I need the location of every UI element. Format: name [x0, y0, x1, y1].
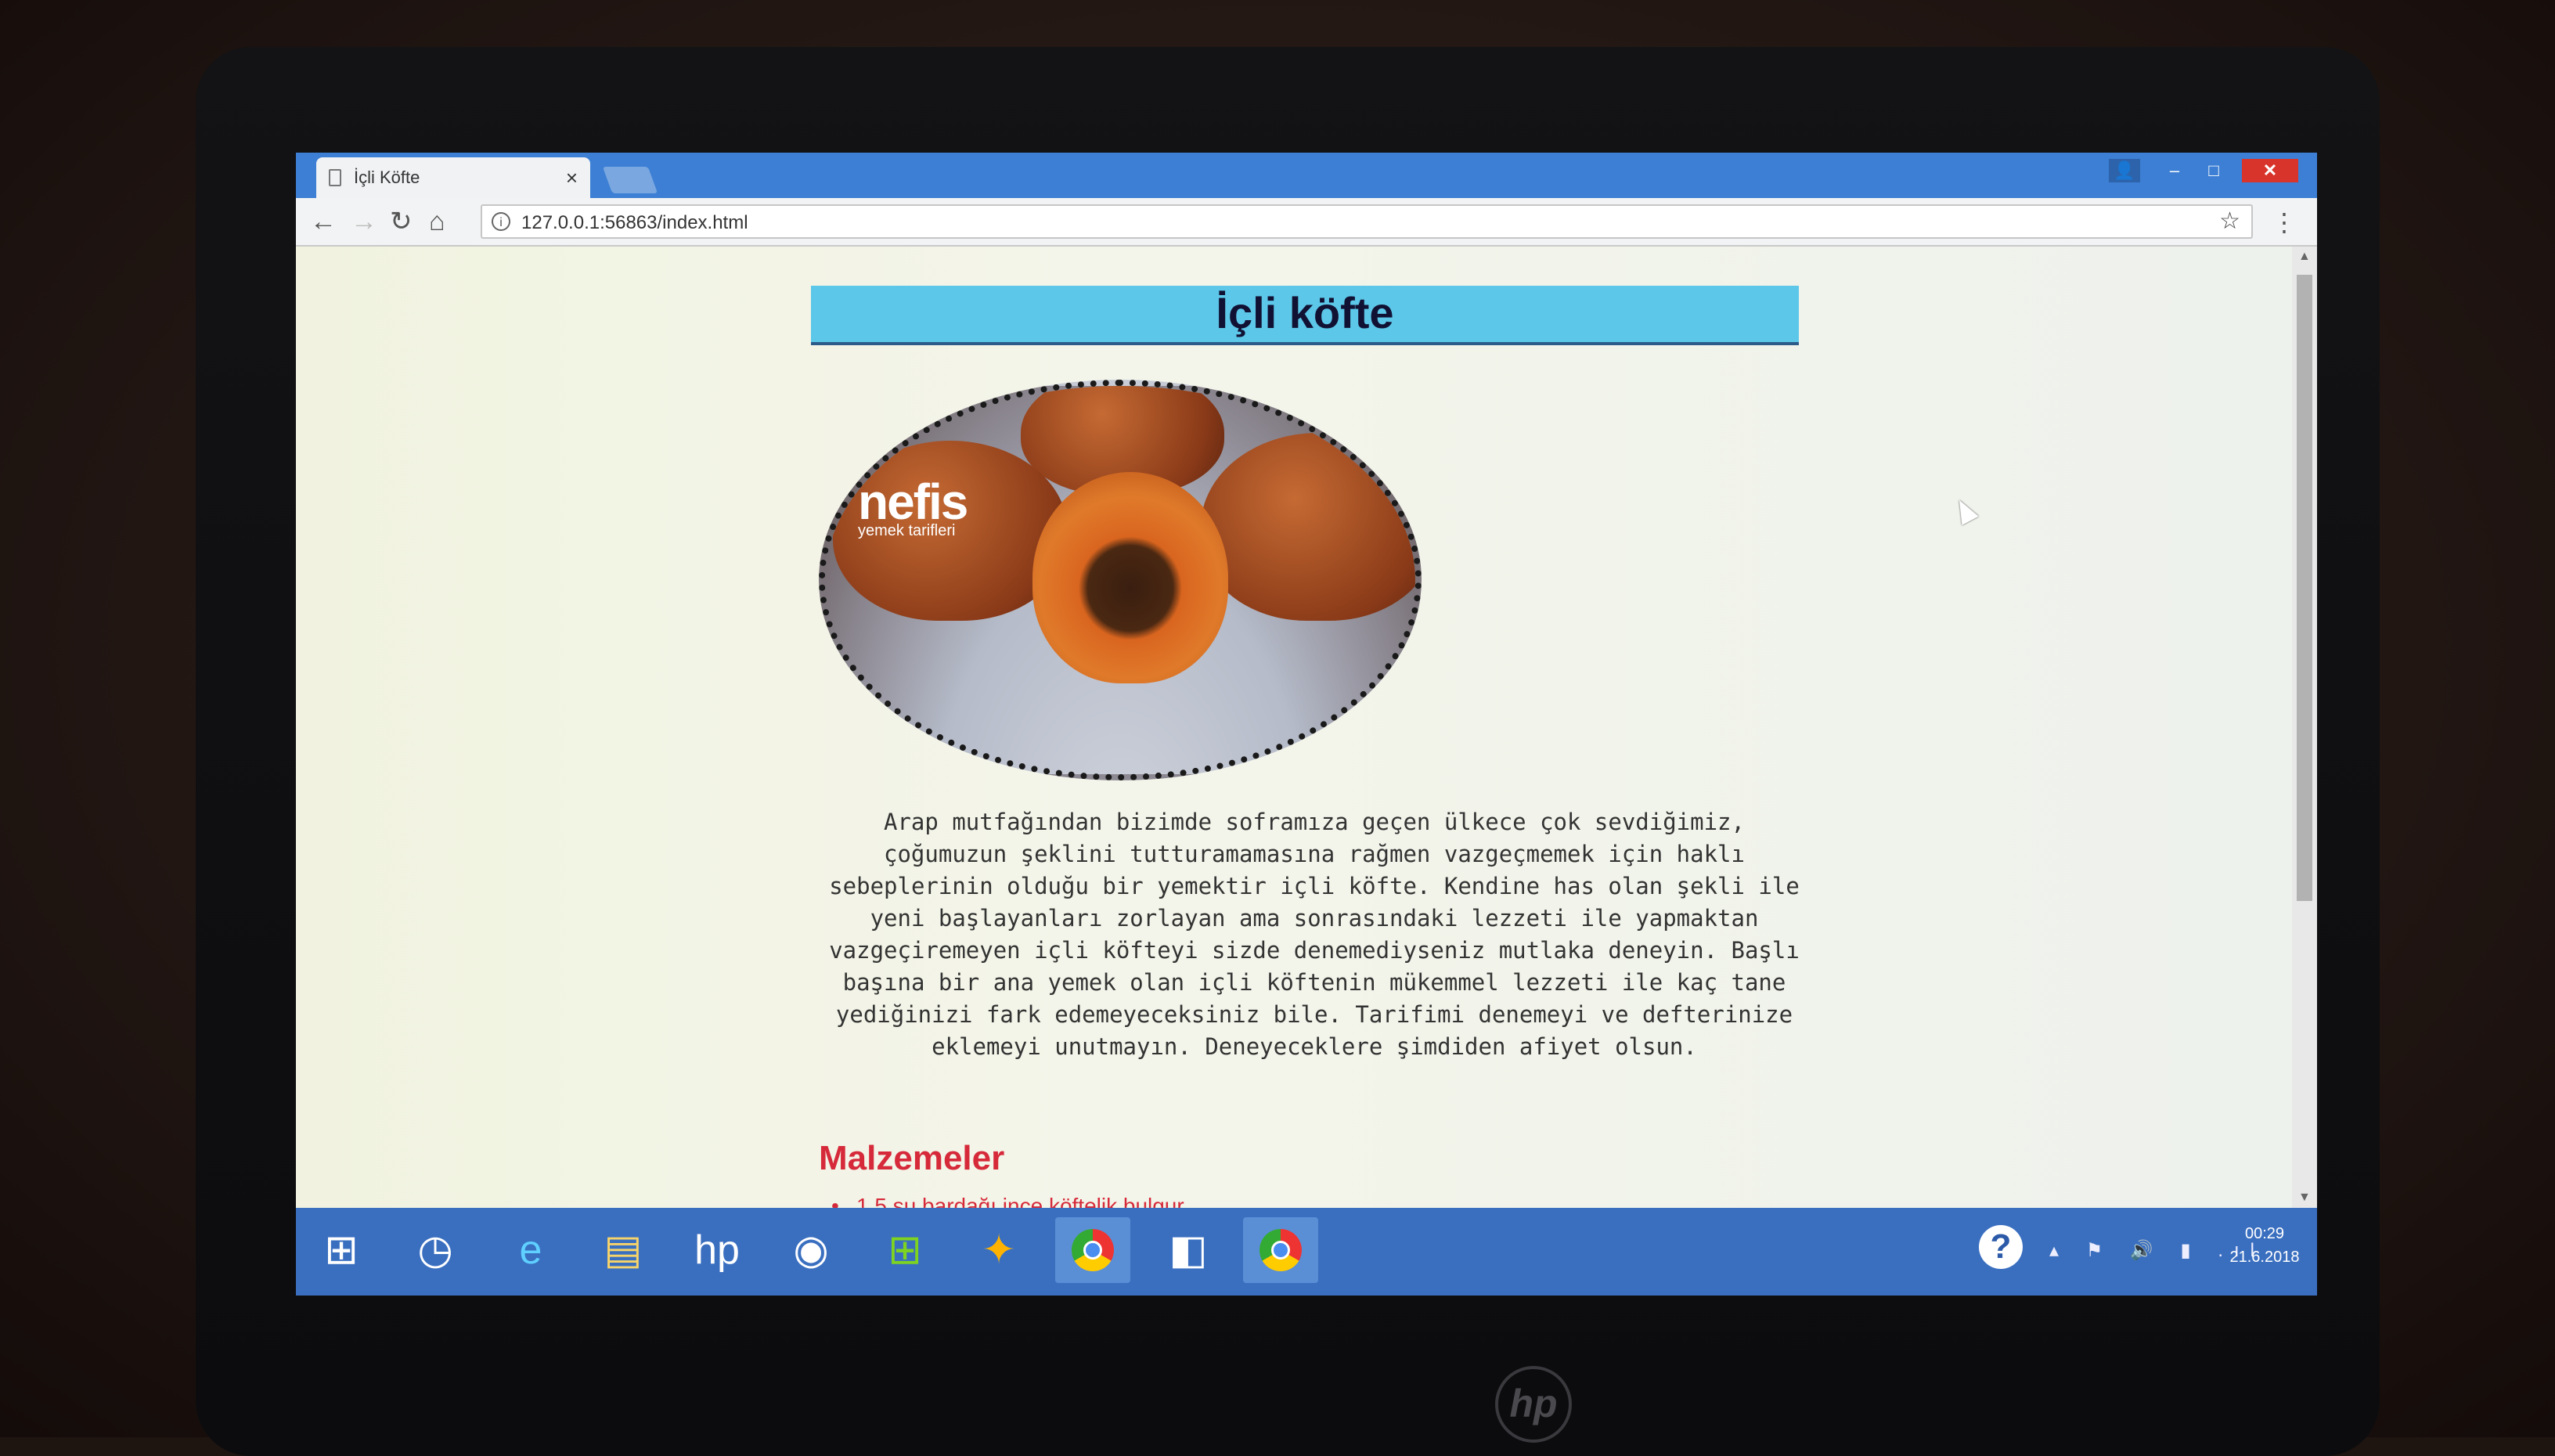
chrome-logo-icon: [1072, 1229, 1114, 1271]
forward-arrow-icon[interactable]: →: [351, 206, 377, 237]
ingredients-heading: Malzemeler: [819, 1139, 1005, 1177]
user-profile-icon[interactable]: 👤: [2109, 159, 2140, 182]
windows-taskbar: ⊞ ◷ e ▤ hp ◉ ⊞ ✦ ◧ ? ▴ ⚑ 🔊 ▮ .ıl 00:29 2…: [296, 1208, 2317, 1296]
taskbar-clock[interactable]: 00:29 21.6.2018: [2222, 1222, 2308, 1269]
browser-toolbar: ← → ↻ ⌂ i 127.0.0.1:56863/index.html ☆ ⋮: [296, 198, 2317, 247]
mouse-cursor-icon: [1951, 496, 1979, 525]
screen: İçli Köfte × 👤 – □ ✕ ← → ↻ ⌂ i 127.0.0.1…: [296, 153, 2317, 1296]
url-text[interactable]: 127.0.0.1:56863/index.html: [521, 212, 748, 234]
kofte-piece: [1201, 433, 1415, 621]
cleaner-app-icon[interactable]: ◷: [398, 1217, 473, 1283]
snipping-tool-icon[interactable]: ◧: [1151, 1217, 1226, 1283]
chrome-second-window-icon[interactable]: [1243, 1217, 1318, 1283]
photo-watermark: nefis yemek tarifleri: [858, 474, 968, 540]
help-icon[interactable]: ?: [1979, 1225, 2023, 1269]
browser-title-bar: İçli Köfte × 👤 – □ ✕: [296, 153, 2317, 198]
recipe-description: Arap mutfağından bizimde soframıza geçen…: [829, 809, 1800, 1060]
hp-logo-icon: hp: [1495, 1366, 1572, 1443]
photos-app-icon[interactable]: ✦: [961, 1217, 1036, 1283]
watermark-subtitle: yemek tarifleri: [858, 522, 956, 539]
store-icon[interactable]: ⊞: [867, 1217, 942, 1283]
document-icon: [329, 169, 341, 186]
vertical-scrollbar[interactable]: ▲ ▼: [2292, 247, 2317, 1208]
reload-icon[interactable]: ↻: [390, 206, 413, 237]
back-arrow-icon[interactable]: ←: [310, 206, 337, 237]
start-button[interactable]: ⊞: [304, 1217, 379, 1283]
tab-title: İçli Köfte: [354, 168, 420, 187]
maximize-button[interactable]: □: [2198, 159, 2229, 182]
new-tab-button[interactable]: [602, 167, 658, 193]
close-window-button[interactable]: ✕: [2242, 159, 2298, 182]
web-page: İçli köfte nefis yemek tarifleri Arap mu…: [296, 247, 2292, 1208]
camera-app-icon[interactable]: ◉: [773, 1217, 849, 1283]
address-bar[interactable]: i 127.0.0.1:56863/index.html ☆: [481, 204, 2253, 239]
page-title: İçli köfte: [811, 286, 1799, 345]
kofte-photo: nefis yemek tarifleri: [819, 380, 1422, 780]
browser-menu-icon[interactable]: ⋮: [2272, 207, 2297, 237]
home-icon[interactable]: ⌂: [429, 206, 445, 237]
internet-explorer-icon[interactable]: e: [493, 1217, 568, 1283]
chrome-icon[interactable]: [1055, 1217, 1130, 1283]
watermark-name: nefis: [858, 474, 968, 530]
tab-close-icon[interactable]: ×: [566, 166, 578, 190]
scroll-down-icon[interactable]: ▼: [2298, 1191, 2311, 1205]
chrome-logo-icon: [1259, 1229, 1302, 1271]
ingredient-item: 1.5 su bardağı ince köftelik bulgur: [831, 1194, 1184, 1208]
bookmark-star-icon[interactable]: ☆: [2219, 207, 2240, 235]
clock-time: 00:29: [2244, 1225, 2285, 1242]
scroll-up-icon[interactable]: ▲: [2298, 250, 2311, 264]
file-explorer-icon[interactable]: ▤: [586, 1217, 661, 1283]
kofte-cut-piece: [1032, 472, 1228, 683]
browser-tab[interactable]: İçli Köfte ×: [316, 157, 590, 198]
site-info-icon[interactable]: i: [492, 212, 510, 231]
scrollbar-thumb[interactable]: [2297, 275, 2312, 901]
clock-date: 21.6.2018: [2229, 1249, 2300, 1266]
hp-support-icon[interactable]: hp: [679, 1217, 755, 1283]
minimize-button[interactable]: –: [2159, 159, 2190, 182]
